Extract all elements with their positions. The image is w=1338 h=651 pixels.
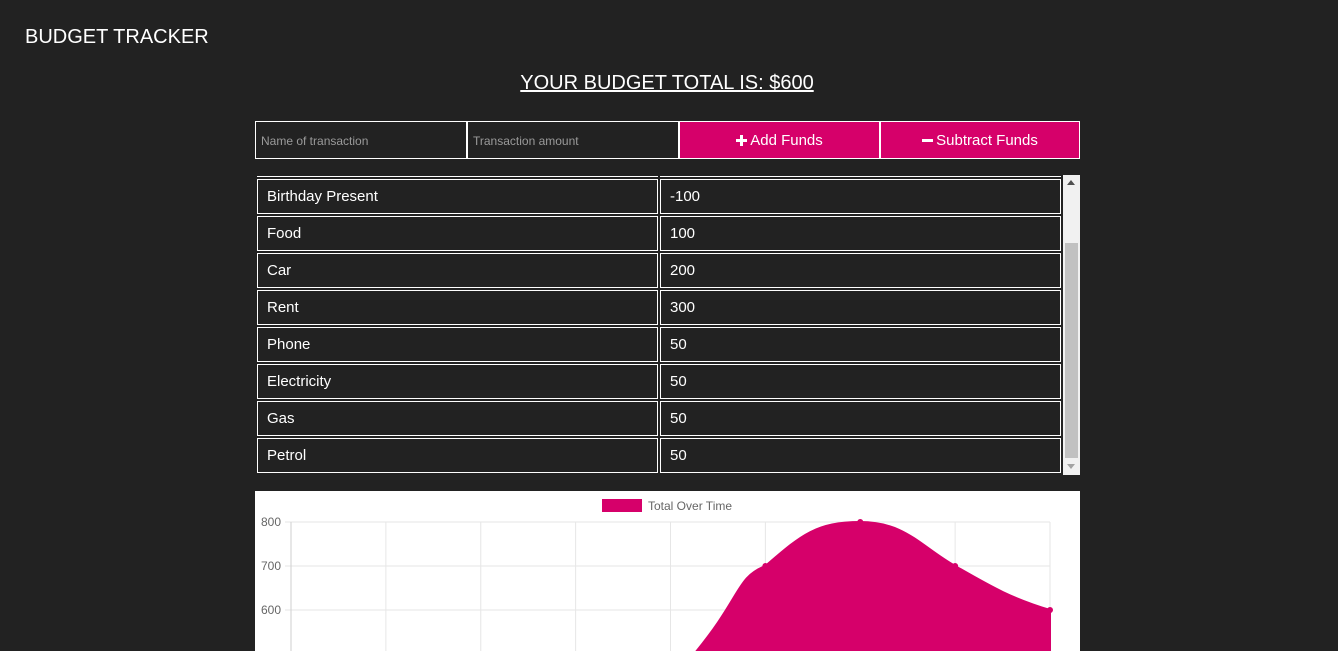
- scroll-down-arrow-icon[interactable]: [1063, 458, 1080, 475]
- total-over-time-chart: 800 700 600 Total Over Time: [255, 491, 1080, 651]
- transaction-amount-cell: 50: [660, 438, 1061, 473]
- transaction-amount-cell: 200: [660, 253, 1061, 288]
- table-row: Phone 50: [255, 327, 1063, 364]
- series-area-total-over-time: [695, 520, 1051, 651]
- plus-icon: [736, 134, 748, 146]
- legend-label: Total Over Time: [648, 499, 732, 513]
- transaction-amount-cell: -100: [660, 179, 1061, 214]
- add-funds-button[interactable]: Add Funds: [679, 121, 880, 159]
- transaction-amount-cell: 50: [660, 364, 1061, 399]
- transaction-amount-cell: 100: [660, 216, 1061, 251]
- transaction-name-cell: Birthday Present: [257, 179, 658, 214]
- transaction-name-cell: Electricity: [257, 364, 658, 399]
- y-tick-label: 700: [261, 559, 281, 573]
- legend-swatch: [602, 499, 642, 512]
- add-funds-label: Add Funds: [750, 131, 823, 149]
- transaction-name-cell: Gas: [257, 401, 658, 436]
- transactions-table[interactable]: Birthday Present -100 Food 100 Car 200 Rent 300…: [255, 175, 1080, 475]
- table-row: Food 100: [255, 216, 1063, 253]
- budget-total: YOUR BUDGET TOTAL IS: $600: [520, 72, 814, 94]
- data-point: [952, 563, 959, 569]
- scroll-up-arrow-icon[interactable]: [1063, 175, 1080, 192]
- transaction-name-cell: Car: [257, 253, 658, 288]
- transaction-name-cell: Rent: [257, 290, 658, 325]
- table-row: Birthday Present -100: [255, 179, 1063, 216]
- subtract-funds-button[interactable]: Subtract Funds: [880, 121, 1080, 159]
- table-scrollbar[interactable]: [1063, 175, 1080, 475]
- transaction-amount-cell: 50: [660, 327, 1061, 362]
- table-row: Gas 50: [255, 401, 1063, 438]
- chart-svg: 800 700 600 Total Over Time: [261, 499, 1053, 651]
- transaction-name-input[interactable]: [255, 121, 467, 159]
- data-point: [857, 519, 864, 525]
- minus-icon: [922, 138, 934, 142]
- table-row: Car 200: [255, 253, 1063, 290]
- table-row: Electricity 50: [255, 364, 1063, 401]
- table-row-partial: [255, 175, 1063, 178]
- subtract-funds-label: Subtract Funds: [936, 131, 1038, 149]
- transaction-amount-input[interactable]: [467, 121, 679, 159]
- data-point: [762, 563, 769, 569]
- y-tick-label: 600: [261, 603, 281, 617]
- scrollbar-thumb[interactable]: [1065, 243, 1078, 458]
- transaction-name-cell: Petrol: [257, 438, 658, 473]
- app-title: BUDGET TRACKER: [25, 26, 209, 48]
- transaction-name-cell: Food: [257, 216, 658, 251]
- table-row: Petrol 50: [255, 438, 1063, 475]
- transaction-amount-cell: 300: [660, 290, 1061, 325]
- transaction-amount-cell: 50: [660, 401, 1061, 436]
- transaction-name-cell: Phone: [257, 327, 658, 362]
- data-point: [1047, 607, 1053, 613]
- y-tick-label: 800: [261, 515, 281, 529]
- table-row: Rent 300: [255, 290, 1063, 327]
- transaction-form: Add Funds Subtract Funds: [255, 121, 1080, 159]
